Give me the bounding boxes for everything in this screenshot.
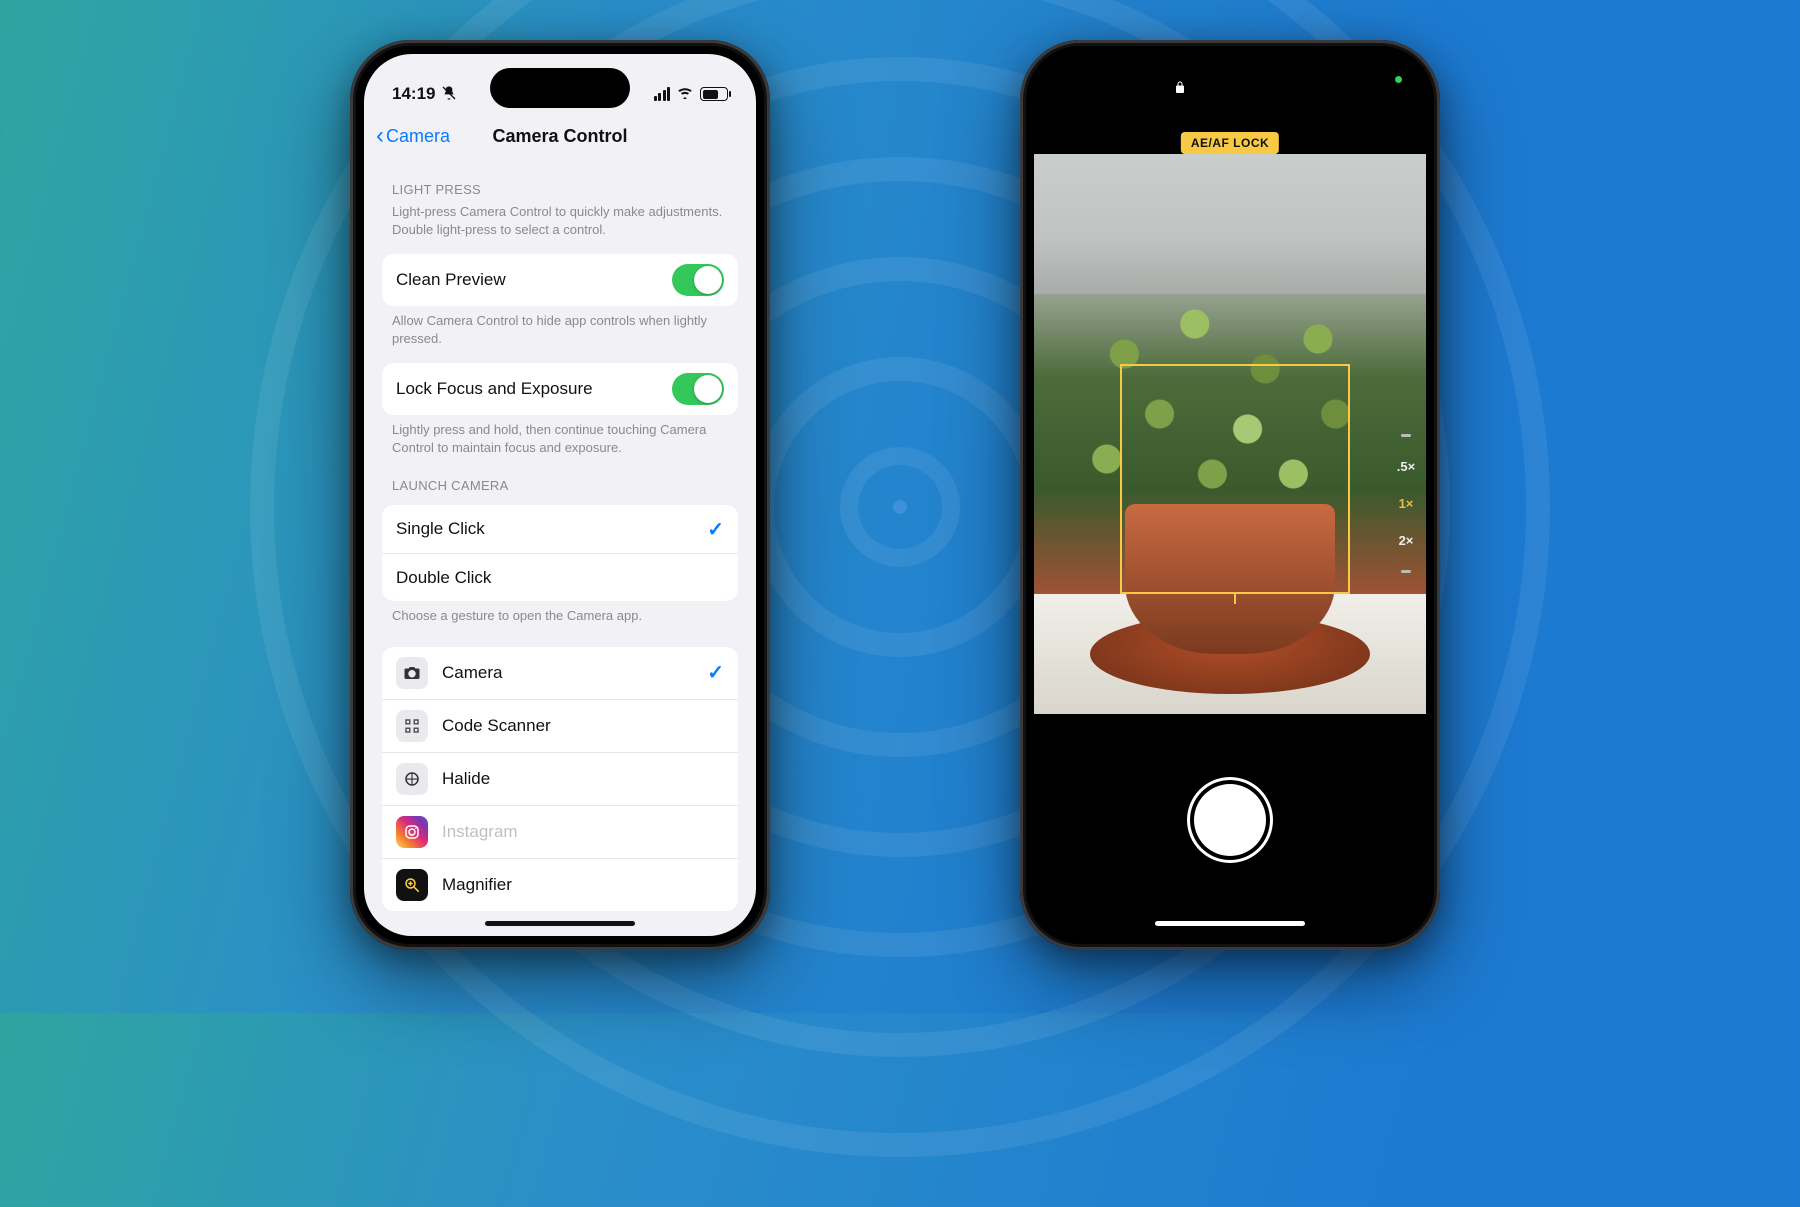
row-single-click[interactable]: Single Click ✓ — [382, 505, 738, 553]
app-halide-label: Halide — [442, 769, 724, 789]
row-app-instagram[interactable]: Instagram — [382, 805, 738, 858]
home-indicator[interactable] — [1155, 921, 1305, 926]
double-click-label: Double Click — [396, 568, 491, 588]
qr-scanner-icon — [396, 710, 428, 742]
back-button[interactable]: ‹ Camera — [376, 124, 450, 148]
ae-af-lock-badge: AE/AF LOCK — [1181, 132, 1279, 154]
zoom-1x[interactable]: 1× — [1399, 496, 1414, 511]
app-camera-label: Camera — [442, 663, 693, 683]
home-indicator[interactable] — [485, 921, 635, 926]
lock-focus-label: Lock Focus and Exposure — [396, 379, 593, 399]
row-app-scanner[interactable]: Code Scanner — [382, 699, 738, 752]
single-click-label: Single Click — [396, 519, 485, 539]
lock-focus-footer: Lightly press and hold, then continue to… — [382, 415, 738, 456]
back-label: Camera — [386, 126, 450, 147]
dynamic-island — [1160, 68, 1300, 108]
zoom-tick-icon — [1401, 434, 1411, 437]
instagram-app-icon — [396, 816, 428, 848]
clean-preview-footer: Allow Camera Control to hide app control… — [382, 306, 738, 347]
settings-phone-mockup: 14:19 ‹ Camera Camer — [350, 40, 770, 950]
magnifier-app-icon — [396, 869, 428, 901]
zoom-tick-icon — [1401, 570, 1411, 573]
app-scanner-label: Code Scanner — [442, 716, 724, 736]
focus-indicator — [1120, 364, 1350, 594]
section-desc-light-press: Light-press Camera Control to quickly ma… — [382, 201, 738, 238]
camera-phone-mockup: AE/AF LOCK .5× 1× 2× — [1020, 40, 1440, 950]
shutter-button[interactable] — [1194, 784, 1266, 856]
row-clean-preview[interactable]: Clean Preview — [382, 254, 738, 306]
section-header-light-press: LIGHT PRESS — [382, 160, 738, 201]
wifi-icon — [676, 84, 694, 104]
bell-slash-icon — [441, 85, 457, 104]
row-app-halide[interactable]: Halide — [382, 752, 738, 805]
zoom-0-5x[interactable]: .5× — [1397, 459, 1415, 474]
camera-viewfinder[interactable] — [1034, 154, 1426, 714]
privacy-indicator-dot — [1395, 76, 1402, 83]
app-magnifier-label: Magnifier — [442, 875, 724, 895]
clean-preview-toggle[interactable] — [672, 264, 724, 296]
lock-icon — [1174, 80, 1186, 97]
zoom-2x[interactable]: 2× — [1399, 533, 1414, 548]
clean-preview-label: Clean Preview — [396, 270, 506, 290]
row-lock-focus[interactable]: Lock Focus and Exposure — [382, 363, 738, 415]
page-title: Camera Control — [492, 126, 627, 147]
zoom-selector[interactable]: .5× 1× 2× — [1386, 434, 1426, 573]
nav-header: ‹ Camera Camera Control — [364, 112, 756, 160]
camera-app-icon — [396, 657, 428, 689]
checkmark-icon: ✓ — [707, 517, 724, 542]
section-header-launch: LAUNCH CAMERA — [382, 456, 738, 497]
row-app-camera[interactable]: Camera ✓ — [382, 647, 738, 699]
status-time: 14:19 — [392, 84, 435, 104]
lock-focus-toggle[interactable] — [672, 373, 724, 405]
app-instagram-label: Instagram — [442, 822, 724, 842]
row-double-click[interactable]: Double Click — [382, 553, 738, 601]
battery-icon — [700, 87, 728, 101]
dynamic-island — [490, 68, 630, 108]
halide-app-icon — [396, 763, 428, 795]
chevron-left-icon: ‹ — [376, 124, 384, 148]
checkmark-icon: ✓ — [707, 660, 724, 685]
launch-camera-footer: Choose a gesture to open the Camera app. — [382, 601, 738, 625]
row-app-magnifier[interactable]: Magnifier — [382, 858, 738, 911]
settings-content: LIGHT PRESS Light-press Camera Control t… — [364, 160, 756, 936]
cellular-bars-icon — [654, 87, 671, 101]
